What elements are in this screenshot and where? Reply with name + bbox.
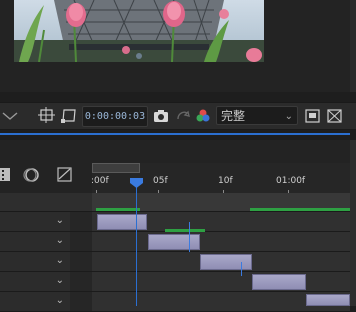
work-area-indicator [250, 208, 350, 211]
ruler-label-2: 10f [218, 176, 233, 186]
resolution-dropdown[interactable]: 完整 ⌄ [216, 106, 298, 125]
layer-switch-cell [70, 212, 92, 232]
layer-row[interactable]: ⌄ [0, 292, 70, 312]
playhead-line [136, 184, 137, 306]
layer-row[interactable]: ⌄ [0, 252, 70, 272]
chevron-down-icon[interactable]: ⌄ [56, 215, 64, 226]
chevron-down-icon[interactable]: ⌄ [56, 275, 64, 286]
chevron-down-icon[interactable] [0, 111, 20, 121]
current-time-display[interactable]: 0:00:00:03 [82, 106, 148, 127]
playhead-handle-icon[interactable] [130, 178, 143, 188]
layer-switch-cell [70, 232, 92, 252]
layer-switch-cell [70, 272, 92, 292]
layer-clip[interactable] [306, 294, 350, 306]
layer-row[interactable]: ⌄ [0, 272, 70, 292]
layer-edge-marker [189, 222, 190, 252]
ruler-label-3: 01:00f [276, 176, 306, 186]
layer-clip[interactable] [97, 214, 147, 230]
resolution-value: 完整 [221, 109, 246, 123]
chevron-down-icon: ⌄ [284, 111, 293, 122]
layer-switch-cell [70, 252, 92, 272]
toggle-mask-icon[interactable] [304, 107, 322, 125]
layer-clip[interactable] [148, 234, 200, 250]
chevron-down-icon[interactable]: ⌄ [56, 255, 64, 266]
color-channels-icon[interactable] [194, 107, 212, 125]
motion-blur-icon [23, 168, 39, 182]
show-snapshot-icon[interactable] [174, 107, 192, 125]
work-area-bar[interactable] [92, 163, 140, 173]
ruler-label-0: :00f [91, 176, 109, 186]
layer-clip[interactable] [200, 254, 252, 270]
work-area-indicator [96, 208, 140, 211]
layer-switch-cell [70, 292, 92, 312]
layer-track [92, 272, 350, 292]
panel-focus-highlight [0, 133, 350, 135]
layer-row[interactable]: ⌄ [0, 212, 70, 232]
transparency-grid-icon[interactable] [60, 107, 78, 125]
composition-frame-image [14, 0, 264, 62]
viewer-toolbar: 0:00:00:03 完整 ⌄ [0, 102, 356, 130]
film-strip-icon [0, 168, 10, 181]
layer-clip[interactable] [252, 274, 306, 290]
chevron-down-icon[interactable]: ⌄ [56, 295, 64, 306]
timeline-switches-icons [0, 167, 72, 182]
chevron-down-icon[interactable]: ⌄ [56, 235, 64, 246]
3d-view-icon[interactable] [326, 107, 344, 125]
layer-edge-marker [241, 262, 242, 276]
ruler-label-1: 05f [153, 176, 168, 186]
work-area-indicator [165, 229, 205, 232]
layer-row[interactable]: ⌄ [0, 232, 70, 252]
region-of-interest-icon[interactable] [38, 107, 56, 125]
composition-viewer[interactable] [0, 0, 356, 92]
viewer-scrollbar[interactable] [350, 0, 356, 92]
camera-snapshot-icon[interactable] [152, 107, 170, 125]
timeline-scrollbar[interactable] [350, 140, 356, 306]
eiffel-tulips-photo [14, 0, 264, 62]
layer-track [92, 232, 350, 252]
graph-editor-icon [57, 167, 72, 182]
